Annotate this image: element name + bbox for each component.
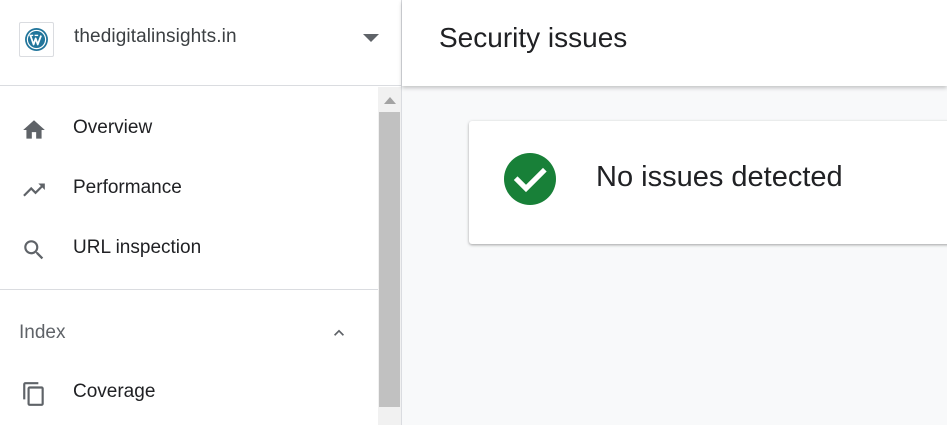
page-title: Security issues bbox=[439, 22, 628, 53]
sidebar-item-label: Overview bbox=[73, 117, 153, 138]
status-card: No issues detected bbox=[469, 121, 947, 244]
sidebar-item-performance[interactable]: Performance bbox=[0, 159, 378, 219]
sidebar: thedigitalinsights.in Overview Performan… bbox=[0, 0, 402, 425]
nav-divider bbox=[0, 289, 378, 290]
section-header-index[interactable]: Index bbox=[0, 303, 378, 363]
sidebar-scrollbar[interactable] bbox=[378, 87, 401, 425]
sidebar-item-overview[interactable]: Overview bbox=[0, 99, 378, 159]
page-header: Security issues bbox=[402, 0, 947, 86]
search-icon bbox=[24, 240, 44, 260]
sidebar-item-coverage[interactable]: Coverage bbox=[0, 363, 378, 423]
section-label: Index bbox=[19, 322, 66, 343]
scroll-up-arrow-icon[interactable] bbox=[384, 97, 396, 104]
status-message: No issues detected bbox=[596, 161, 843, 193]
trending-up-icon bbox=[23, 183, 45, 197]
sidebar-item-url-inspection[interactable]: URL inspection bbox=[0, 219, 378, 279]
chevron-up-icon[interactable] bbox=[329, 323, 349, 343]
sidebar-item-label: Performance bbox=[73, 177, 182, 198]
scrollbar-thumb[interactable] bbox=[379, 112, 400, 407]
sidebar-item-label: URL inspection bbox=[73, 237, 202, 258]
wordpress-icon bbox=[19, 22, 54, 57]
property-selector[interactable]: thedigitalinsights.in bbox=[0, 0, 401, 86]
sidebar-item-label: Coverage bbox=[73, 381, 156, 402]
home-icon bbox=[23, 120, 45, 139]
search-console-app: thedigitalinsights.in Overview Performan… bbox=[0, 0, 947, 425]
copy-pages-icon bbox=[23, 382, 44, 406]
nav-list: Overview Performance URL inspection Inde… bbox=[0, 87, 378, 425]
dropdown-arrow-icon[interactable] bbox=[363, 34, 379, 42]
check-circle-icon bbox=[504, 153, 556, 205]
property-name: thedigitalinsights.in bbox=[74, 26, 237, 47]
